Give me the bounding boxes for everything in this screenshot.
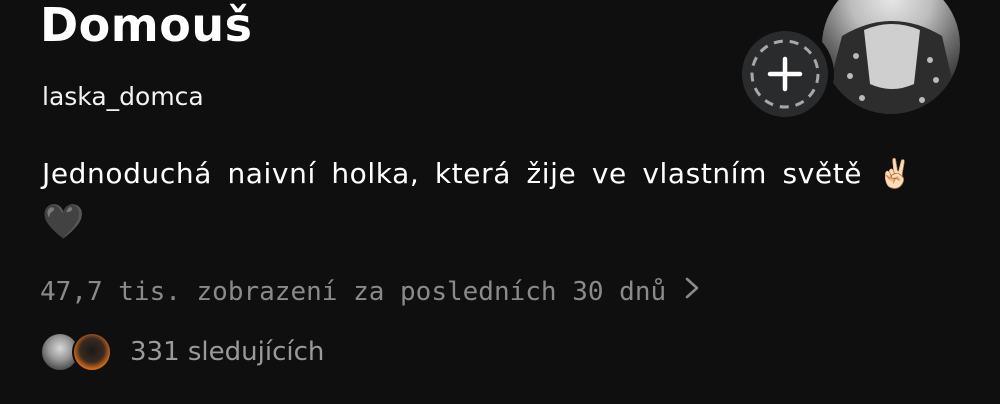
views-insights-link[interactable]: 47,7 tis. zobrazení za posledních 30 dnů — [40, 272, 700, 312]
profile-bio: Jednoduchá naivní holka, která žije ve v… — [42, 150, 942, 246]
add-story-button[interactable] — [742, 31, 828, 117]
chevron-right-icon — [684, 272, 700, 312]
profile-display-name: Domouš — [40, 0, 253, 52]
profile-avatar-photo — [822, 21, 960, 114]
follower-avatars — [40, 332, 116, 372]
bio-line-1: Jednoduchá naivní holka, která žije ve v… — [42, 157, 914, 190]
profile-avatar[interactable] — [822, 0, 960, 114]
followers-link[interactable]: 331 sledujících — [40, 330, 324, 374]
profile-username[interactable]: laska_domca — [42, 80, 204, 114]
views-text: 47,7 tis. zobrazení za posledních 30 dnů — [40, 277, 667, 307]
plus-icon — [750, 39, 820, 109]
followers-count-text: 331 sledujících — [130, 337, 325, 367]
bio-line-2: 🖤 — [42, 202, 85, 242]
follower-avatar — [72, 332, 112, 372]
